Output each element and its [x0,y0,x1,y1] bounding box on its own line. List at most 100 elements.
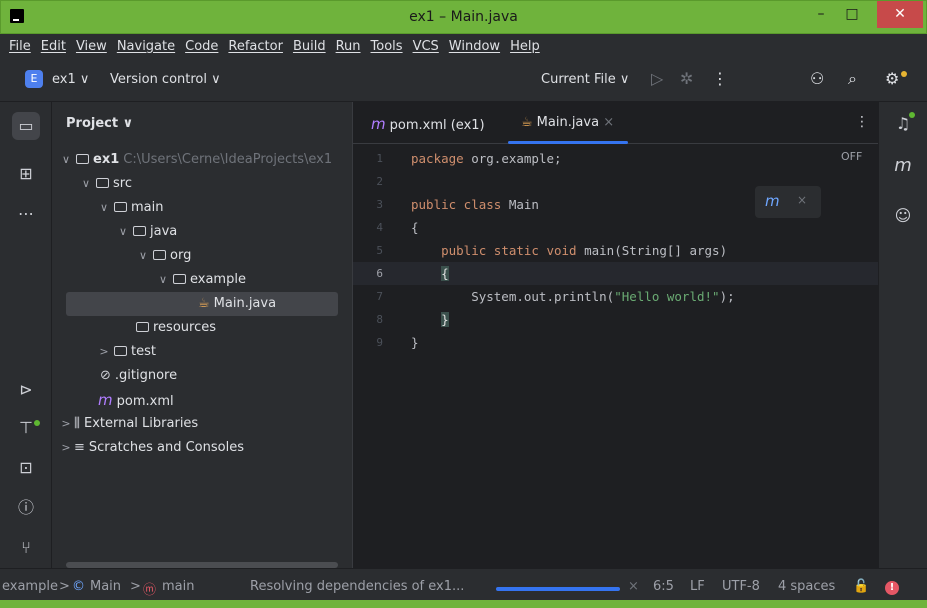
tree-item-label: Scratches and Consoles [88,440,244,455]
tree-item-label: org [170,248,192,263]
background-task-label[interactable]: Resolving dependencies of ex1... [250,579,464,594]
run-config-selector[interactable]: Current File ∨ [541,72,629,87]
debug-icon[interactable]: ✲ [680,69,693,88]
project-tool-icon[interactable]: ▭ [12,112,40,140]
tree-item-scratches[interactable]: > ≡ Scratches and Consoles [52,436,352,460]
inspection-off-label[interactable]: OFF [841,150,862,163]
code-line[interactable]: 4{ [353,216,879,239]
code-line[interactable]: 1 package org.example; [353,147,879,170]
more-tools-icon[interactable]: ⋯ [12,200,40,228]
tree-item-resources[interactable]: resources [52,316,352,340]
terminal-tool-icon[interactable]: ⊡ [12,454,40,482]
problems-tool-icon[interactable]: ⓘ [12,494,40,522]
file-encoding[interactable]: UTF-8 [722,579,760,594]
chevron-right-icon[interactable]: > [58,436,74,460]
tree-item-java[interactable]: ∨ java [52,220,352,244]
chevron-down-icon[interactable]: ∨ [78,172,94,196]
search-icon[interactable]: ⌕ [848,69,857,89]
code-line[interactable]: 7 System.out.println("Hello world!"); [353,285,879,308]
maven-tool-icon[interactable]: m [889,152,917,180]
chevron-down-icon[interactable]: ∨ [58,148,74,172]
project-panel-header[interactable]: Project ∨ [66,116,133,131]
cancel-task-icon[interactable]: × [628,579,639,594]
lock-icon[interactable]: 🔓 [853,579,869,594]
tree-item-label: Main.java [213,296,277,311]
maven-reload-icon[interactable]: m [765,192,780,210]
add-user-icon[interactable]: ⚇ [810,69,824,88]
tree-item-label: src [113,176,132,191]
breadcrumb-package[interactable]: example [2,579,58,594]
project-badge[interactable]: E [25,70,43,88]
module-folder-icon [76,154,89,164]
folder-icon [96,178,109,188]
chevron-down-icon[interactable]: ∨ [115,220,131,244]
caret-position[interactable]: 6:5 [653,579,674,594]
folder-icon [136,322,149,332]
indent-setting[interactable]: 4 spaces [778,579,835,594]
tree-item-label: External Libraries [83,416,199,431]
tab-pom-xml[interactable]: m pom.xml (ex1) [371,115,485,133]
tree-item-ex1[interactable]: ∨ ex1 C:\Users\Cerne\IdeaProjects\ex1 [52,148,352,172]
code-line[interactable]: 6 { [353,262,879,285]
run-tool-icon[interactable]: ⊳ [12,376,40,404]
close-button[interactable]: ✕ [877,1,923,28]
menu-code[interactable]: Code [180,39,223,54]
tree-item-main-java[interactable]: ☕ Main.java [66,292,338,316]
java-icon: ☕ [521,115,533,130]
chevron-right-icon[interactable]: > [96,340,112,364]
breadcrumb-class[interactable]: Main [90,579,121,594]
menu-edit[interactable]: Edit [36,39,71,54]
menu-view[interactable]: View [71,39,112,54]
menu-build[interactable]: Build [288,39,331,54]
tree-item-label: example [190,272,246,287]
chevron-down-icon[interactable]: ∨ [155,268,171,292]
menu-tools[interactable]: Tools [366,39,408,54]
menu-run[interactable]: Run [331,39,366,54]
menu-window[interactable]: Window [444,39,505,54]
tree-item-org[interactable]: ∨ org [52,244,352,268]
build-tool-icon[interactable]: ⊤ [12,414,40,442]
tab-close-icon[interactable]: × [603,115,614,130]
more-icon[interactable]: ⋮ [712,69,728,88]
code-line[interactable]: 8 } [353,308,879,331]
menu-refactor[interactable]: Refactor [223,39,288,54]
tree-item-src[interactable]: ∨ src [52,172,352,196]
line-separator[interactable]: LF [690,579,705,594]
ai-assistant-icon[interactable]: ☺ [889,202,917,230]
chevron-down-icon[interactable]: ∨ [96,196,112,220]
code-editor[interactable]: 1 package org.example; 2 3 public class Main… [353,144,879,568]
tab-more-icon[interactable]: ⋮ [855,114,869,130]
breadcrumb-method[interactable]: main [162,579,194,594]
tab-main-java[interactable]: ☕ Main.java × [521,115,614,130]
structure-tool-icon[interactable]: ⊞ [12,160,40,188]
menu-help[interactable]: Help [505,39,545,54]
git-tool-icon[interactable]: ⑂ [12,534,40,562]
chevron-right-icon[interactable]: > [58,412,74,436]
code-line[interactable]: 9} [353,331,879,354]
editor-area: m pom.xml (ex1) ☕ Main.java × ⋮ 1 package o… [352,102,879,568]
maximize-button[interactable]: □ [837,1,867,28]
menu-vcs[interactable]: VCS [408,39,444,54]
left-tool-strip: ▭ ⊞ ⋯ ⊳ ⊤ ⊡ ⓘ ⑂ [0,102,52,568]
tree-item-main[interactable]: ∨ main [52,196,352,220]
tree-item-external-libraries[interactable]: > ⫼ External Libraries [52,412,352,436]
chevron-down-icon[interactable]: ∨ [135,244,151,268]
code-line[interactable]: 5 public static void main(String[] args) [353,239,879,262]
run-icon[interactable]: ▷ [651,69,663,88]
version-control-selector[interactable]: Version control ∨ [110,72,221,87]
menu-file[interactable]: File [4,39,36,54]
tree-item-label: test [131,344,156,359]
popup-close-icon[interactable]: × [797,193,807,207]
project-selector[interactable]: ex1 ∨ [52,72,89,87]
settings-icon[interactable]: ⚙ [885,69,899,88]
menu-navigate[interactable]: Navigate [112,39,180,54]
code-token: public class [411,197,502,212]
error-icon[interactable]: ! [885,581,899,595]
tree-item-test[interactable]: > test [52,340,352,364]
tree-item-gitignore[interactable]: ⊘ .gitignore [52,364,352,388]
tree-item-pom[interactable]: m pom.xml [52,388,352,412]
ignore-file-icon: ⊘ [100,368,111,383]
tree-item-example[interactable]: ∨ example [52,268,352,292]
minimize-button[interactable]: – [806,1,836,28]
